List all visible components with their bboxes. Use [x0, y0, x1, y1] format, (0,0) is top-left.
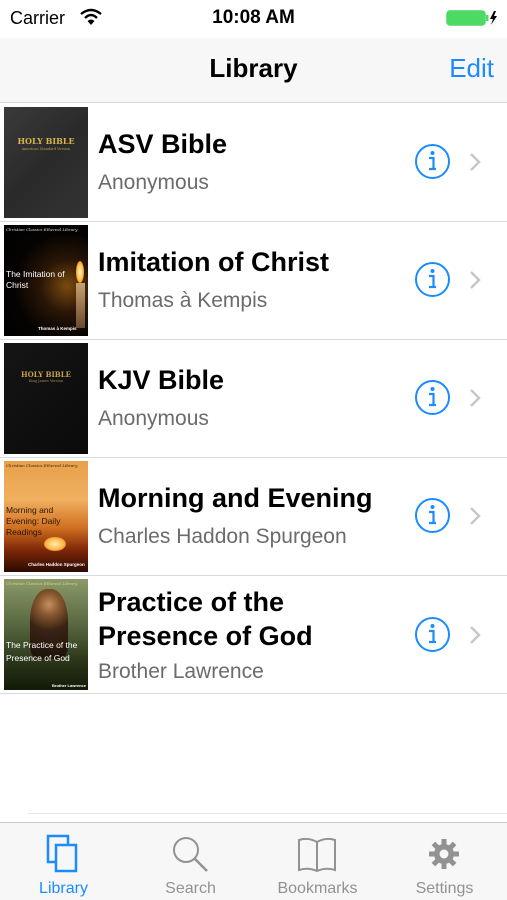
book-author: Thomas à Kempis [98, 289, 268, 312]
chevron-right-icon [470, 626, 481, 644]
tab-label: Settings [415, 880, 474, 897]
tab-settings[interactable]: Settings [381, 823, 507, 900]
edit-button[interactable]: Edit [449, 53, 494, 84]
book-cover-imitation-of-christ: Christian Classics Ethereal Library The … [4, 225, 88, 336]
info-icon[interactable] [414, 497, 451, 534]
book-author: Anonymous [98, 407, 209, 430]
navigation-bar: Library Edit [0, 38, 507, 103]
book-title: ASV Bible [98, 129, 228, 159]
tab-search[interactable]: Search [127, 823, 254, 900]
book-title-line-1: Practice of the [98, 587, 285, 617]
book-title: Imitation of Christ [98, 247, 329, 277]
chevron-right-icon [470, 153, 481, 171]
chevron-right-icon [470, 507, 481, 525]
book-list: HOLY BIBLE American Standard Version ASV… [0, 104, 507, 694]
book-cover-morning-and-evening: Christian Classics Ethereal Library Morn… [4, 461, 88, 572]
book-row-imitation-of-christ[interactable]: Christian Classics Ethereal Library The … [0, 222, 507, 340]
book-row-practice-of-the-presence-of-god[interactable]: Christian Classics Ethereal Library The … [0, 576, 507, 694]
search-icon [173, 837, 208, 872]
bookmarks-icon [298, 837, 336, 873]
book-title-line-2: Presence of God [98, 621, 313, 651]
book-row-kjv-bible[interactable]: HOLY BIBLE King James Version KJV Bible … [0, 340, 507, 458]
book-cover-practice-of-the-presence-of-god: Christian Classics Ethereal Library The … [4, 579, 88, 690]
info-icon[interactable] [414, 379, 451, 416]
status-bar: Carrier 10:08 AM [0, 0, 507, 38]
gear-icon [429, 839, 459, 869]
tab-bookmarks[interactable]: Bookmarks [254, 823, 381, 900]
book-title: KJV Bible [98, 365, 225, 395]
info-icon[interactable] [414, 261, 451, 298]
sun-glow [44, 537, 66, 551]
candle [76, 283, 85, 328]
book-row-morning-and-evening[interactable]: Christian Classics Ethereal Library Morn… [0, 458, 507, 576]
status-time: 10:08 AM [212, 7, 295, 28]
info-icon[interactable] [414, 143, 451, 180]
library-icon [46, 834, 78, 873]
candle-flame [76, 261, 84, 283]
page-title: Library [209, 53, 298, 83]
tab-label: Bookmarks [277, 880, 358, 897]
battery-icon [446, 10, 497, 26]
book-author: Charles Haddon Spurgeon [98, 525, 347, 548]
book-row-asv-bible[interactable]: HOLY BIBLE American Standard Version ASV… [0, 104, 507, 222]
book-cover-kjv-bible: HOLY BIBLE King James Version [4, 343, 88, 454]
book-cover-asv-bible: HOLY BIBLE American Standard Version [4, 107, 88, 218]
chevron-right-icon [470, 389, 481, 407]
tab-label: Search [165, 880, 216, 897]
book-author: Anonymous [98, 171, 209, 194]
book-author: Brother Lawrence [98, 660, 264, 683]
book-title: Morning and Evening [98, 483, 373, 513]
info-icon[interactable] [414, 616, 451, 653]
tab-library[interactable]: Library [0, 823, 127, 900]
tab-label: Library [39, 880, 88, 897]
tab-bar: Library Search Bookmarks Settings [0, 822, 507, 900]
divider [28, 813, 507, 814]
chevron-right-icon [470, 271, 481, 289]
